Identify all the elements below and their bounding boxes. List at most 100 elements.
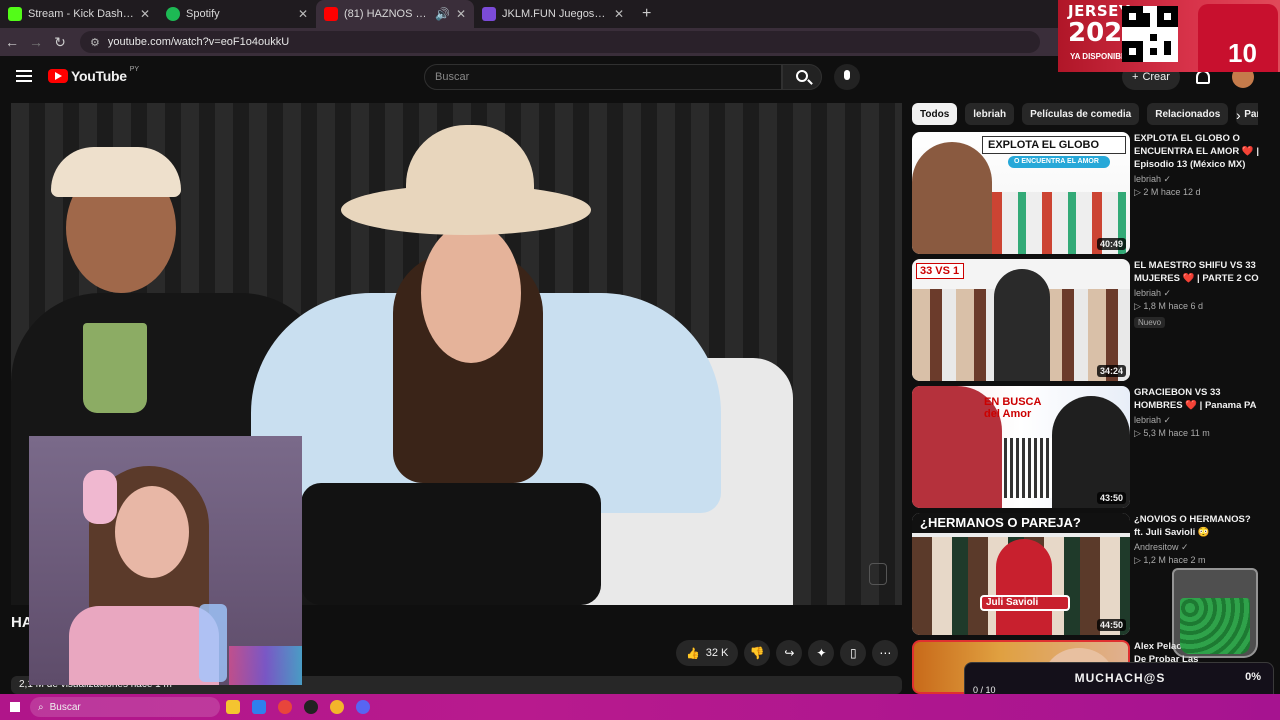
menu-icon[interactable]	[16, 70, 32, 82]
like-button[interactable]: 👍 32 K	[676, 640, 739, 666]
rec-title[interactable]: ¿NOVIOS O HERMANOS? ft. Juli Savioli 😳	[1134, 513, 1262, 539]
video-person-left-cap	[51, 147, 181, 197]
rec-meta: ▷ 1,8 M hace 6 d	[1134, 301, 1203, 311]
file-explorer-icon[interactable]	[220, 694, 246, 720]
duration-badge: 44:50	[1096, 619, 1126, 631]
jersey-image: 10	[1198, 4, 1278, 72]
tab-youtube-video[interactable]: (81) HAZNOS REÍR Y GANA 🔊 ✕	[316, 0, 474, 28]
speaker-icon[interactable]: 🔊	[435, 7, 450, 21]
tab-spotify[interactable]: Spotify ✕	[158, 0, 316, 28]
channel-watermark-icon[interactable]	[869, 563, 887, 585]
rec-title[interactable]: EXPLOTA EL GLOBO O ENCUENTRA EL AMOR ❤️ …	[1134, 132, 1262, 171]
thumbs-up-icon: 👍	[686, 647, 700, 660]
rec-title[interactable]: GRACIEBON VS 33 HOMBRES ❤️ | Panama PA	[1134, 386, 1262, 412]
chip-related[interactable]: Relacionados	[1147, 103, 1229, 125]
share-icon: ↪	[784, 646, 795, 660]
save-button[interactable]: ▯	[840, 640, 867, 666]
chip-comedy[interactable]: Películas de comedia	[1022, 103, 1140, 125]
sparkle-icon: ✦	[816, 646, 827, 660]
windows-taskbar: ⌕ Buscar	[0, 694, 1280, 720]
thumb-text: 33 VS 1	[920, 265, 960, 277]
video-thumbnail[interactable]: 33 VS 1 34:24	[912, 259, 1130, 381]
voice-search-button[interactable]	[834, 64, 860, 90]
close-icon[interactable]: ✕	[456, 7, 466, 21]
taskbar-search-label: Buscar	[49, 701, 81, 713]
thumb-person	[994, 269, 1050, 381]
rec-title[interactable]: EL MAESTRO SHIFU VS 33 MUJERES ❤️ | PART…	[1134, 259, 1262, 285]
ask-button[interactable]: ✦	[808, 640, 835, 666]
goal-label: MUCHACH@S	[1074, 671, 1166, 685]
store-icon[interactable]	[246, 694, 272, 720]
recommendation-item[interactable]: 33 VS 1 34:24 EL MAESTRO SHIFU VS 33 MUJ…	[912, 259, 1262, 381]
mug-fill	[1180, 598, 1250, 654]
thumb-text: EN BUSCA del Amor	[984, 396, 1042, 420]
mic-icon	[844, 70, 850, 80]
webcam-face	[115, 486, 189, 578]
dislike-button[interactable]: 👎	[744, 640, 771, 666]
reload-icon[interactable]: ↻	[48, 34, 72, 51]
more-icon: ⋯	[879, 646, 892, 660]
close-icon[interactable]: ✕	[614, 7, 624, 21]
back-icon[interactable]: ←	[0, 34, 24, 50]
chip-channel[interactable]: lebriah	[965, 103, 1015, 125]
goal-percent: 0%	[1245, 671, 1261, 683]
bookmark-icon: ▯	[850, 646, 857, 660]
streamer-webcam	[29, 436, 302, 685]
search-button[interactable]	[782, 64, 822, 90]
logo-text: YouTube	[71, 68, 127, 84]
rec-meta: ▷ 2 M hace 12 d	[1134, 187, 1201, 197]
tab-title: JKLM.FUN Juegos para fiestas	[502, 8, 608, 20]
rec-channel[interactable]: lebriah ✓	[1134, 174, 1262, 185]
rec-meta: ▷ 5,3 M hace 11 m	[1134, 428, 1210, 438]
video-thumbnail[interactable]: ¿HERMANOS O PAREJA? Juli Savioli 44:50	[912, 513, 1130, 635]
discord-icon[interactable]	[350, 694, 376, 720]
duration-badge: 40:49	[1096, 238, 1126, 250]
taskbar-search[interactable]: ⌕ Buscar	[30, 697, 220, 717]
youtube-logo[interactable]: YouTube PY	[48, 65, 140, 84]
thumb-text: EXPLOTA EL GLOBO	[988, 139, 1100, 151]
more-button[interactable]: ⋯	[872, 640, 899, 666]
thumb-sub: O ENCUENTRA EL AMOR	[1014, 158, 1099, 165]
video-thumbnail[interactable]: EXPLOTA EL GLOBO O ENCUENTRA EL AMOR 40:…	[912, 132, 1130, 254]
video-legs	[301, 483, 601, 605]
rec-channel[interactable]: Andresitow ✓	[1134, 542, 1262, 553]
thumb-sub: Juli Savioli	[986, 597, 1039, 608]
chrome-alt-icon[interactable]	[324, 694, 350, 720]
rgb-keyboard	[229, 646, 302, 685]
search-input[interactable]: Buscar	[424, 64, 782, 90]
notifications-icon[interactable]	[1196, 70, 1210, 84]
recommendation-item[interactable]: EXPLOTA EL GLOBO O ENCUENTRA EL AMOR 40:…	[912, 132, 1262, 254]
chevron-right-icon[interactable]: ›	[1236, 107, 1241, 123]
tab-kick-dashboard[interactable]: Stream - Kick Dashboard ✕	[0, 0, 158, 28]
rec-channel[interactable]: lebriah ✓	[1134, 415, 1262, 426]
spotify-icon	[166, 7, 180, 21]
site-info-icon[interactable]: ⚙	[90, 36, 100, 49]
new-tab-button[interactable]: +	[632, 5, 661, 23]
video-actions: 👍 32 K 👎 ↪ ✦ ▯ ⋯	[676, 640, 899, 666]
rec-channel[interactable]: lebriah ✓	[1134, 288, 1262, 299]
jersey-promo-overlay: JERSEY 2026 YA DISPONIBLE 10	[1058, 0, 1280, 72]
thumb-text: ¿HERMANOS O PAREJA?	[920, 515, 1081, 530]
youtube-play-icon	[48, 69, 68, 83]
search-icon	[796, 70, 808, 82]
chip-all[interactable]: Todos	[912, 103, 958, 125]
headset-icon	[83, 470, 117, 524]
duration-badge: 43:50	[1096, 492, 1126, 504]
url-field[interactable]: ⚙ youtube.com/watch?v=eoF1o4oukkU	[80, 31, 1040, 53]
start-button[interactable]	[0, 694, 30, 720]
jersey-number: 10	[1228, 38, 1257, 68]
share-button[interactable]: ↪	[776, 640, 803, 666]
video-cup	[83, 323, 147, 413]
tab-jklm[interactable]: JKLM.FUN Juegos para fiestas ✕	[474, 0, 632, 28]
video-thumbnail[interactable]: EN BUSCA del Amor 43:50	[912, 386, 1130, 508]
forward-icon[interactable]: →	[24, 34, 48, 50]
close-icon[interactable]: ✕	[140, 7, 150, 21]
plus-icon: +	[1132, 71, 1139, 83]
region-code: PY	[129, 65, 140, 73]
obs-icon[interactable]	[298, 694, 324, 720]
close-icon[interactable]: ✕	[298, 7, 308, 21]
recommendation-chips: Todos lebriah Películas de comedia Relac…	[912, 103, 1258, 125]
jklm-icon	[482, 7, 496, 21]
recommendation-item[interactable]: EN BUSCA del Amor 43:50 GRACIEBON VS 33 …	[912, 386, 1262, 508]
chrome-icon[interactable]	[272, 694, 298, 720]
